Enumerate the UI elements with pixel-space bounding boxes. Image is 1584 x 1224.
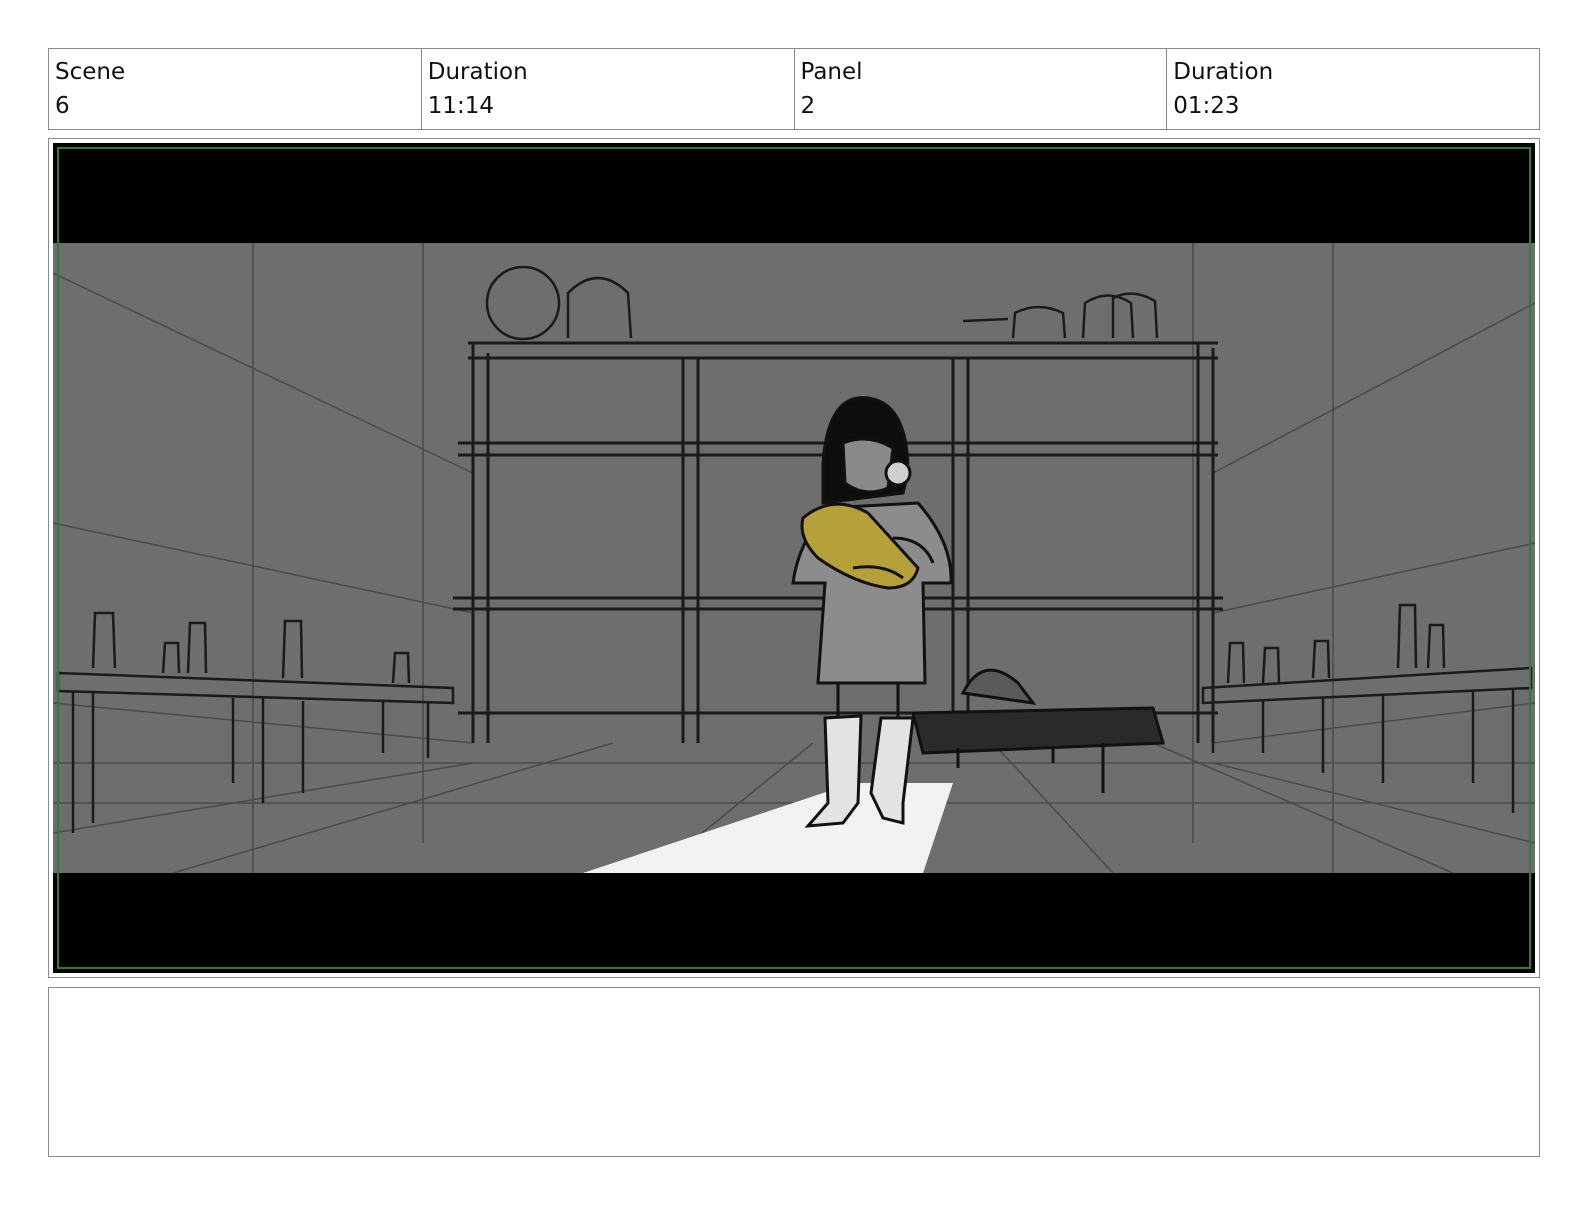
letterbox-top	[53, 143, 1535, 243]
panel-drawing	[53, 143, 1535, 973]
scene-value: 6	[55, 93, 70, 119]
scene-duration-value: 11:14	[427, 93, 495, 119]
panel-duration-value: 01:23	[1173, 93, 1240, 119]
scene-duration-cell: Duration 11:14	[422, 49, 795, 129]
panel-value: 2	[800, 93, 816, 119]
storyboard-header: Scene 6 Duration 11:14 Panel 2 Duration …	[48, 48, 1540, 130]
scene-label: Scene	[55, 59, 126, 85]
scene-duration-label: Duration	[427, 59, 528, 85]
scene-cell: Scene 6	[49, 49, 422, 129]
storyboard-panel	[48, 138, 1540, 978]
panel-label: Panel	[800, 59, 863, 85]
panel-duration-cell: Duration 01:23	[1167, 49, 1539, 129]
panel-notes-box	[48, 987, 1540, 1157]
panel-duration-label: Duration	[1173, 59, 1274, 85]
letterbox-bottom	[53, 873, 1535, 973]
panel-cell: Panel 2	[795, 49, 1168, 129]
scene-background	[53, 243, 1535, 873]
